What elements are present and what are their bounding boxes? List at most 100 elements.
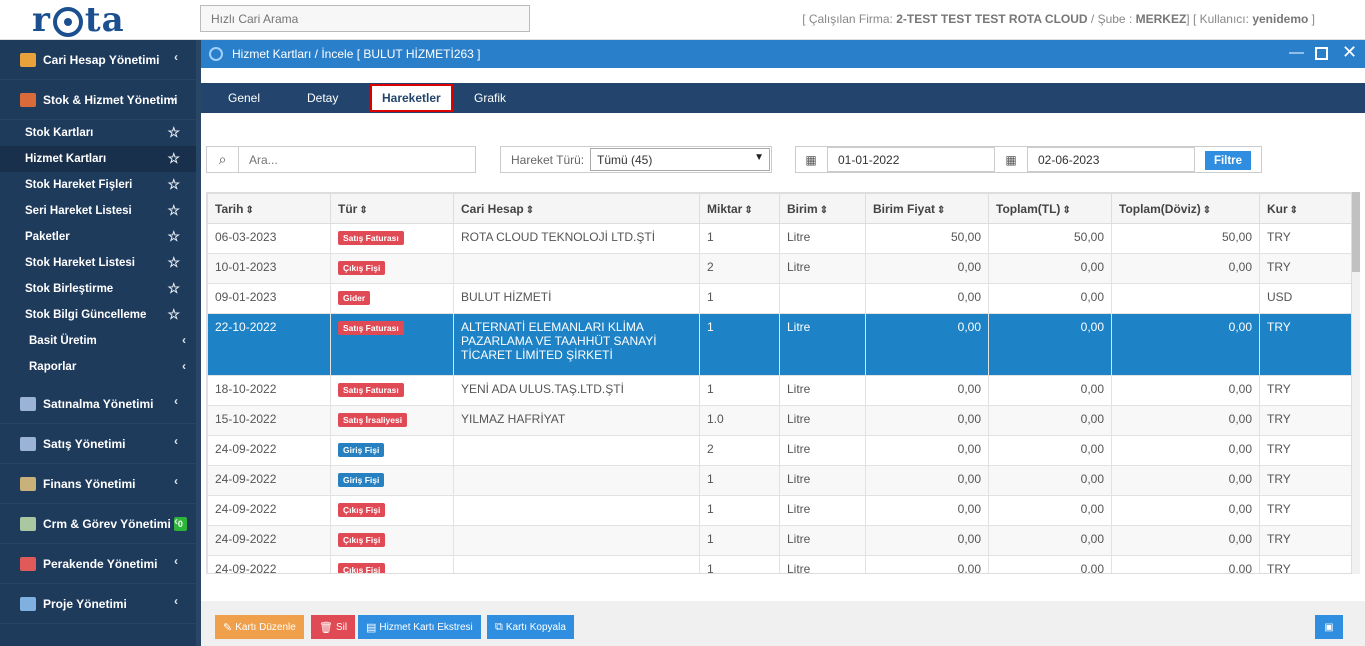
search-input[interactable] (241, 147, 471, 172)
cart-icon (20, 396, 36, 411)
sidebar-item-seri-hareket-listesi[interactable]: Seri Hareket Listesi ☆ (0, 198, 196, 224)
cell-currency: USD (1259, 283, 1351, 314)
sidebar-group-crm[interactable]: Crm & Görev Yönetimi 0 ‹ (0, 504, 196, 544)
sidebar-item-hizmet-kartlari[interactable]: Hizmet Kartları ☆ (0, 146, 196, 172)
cell-total-tl: 0,00 (988, 283, 1112, 314)
cell-currency: TRY (1259, 405, 1351, 436)
quick-account-search-input[interactable] (200, 5, 530, 32)
sidebar-group-satis[interactable]: Satış Yönetimi ‹ (0, 424, 196, 464)
sidebar-item-label: Stok Hareket Listesi (25, 257, 135, 269)
cell-unit: Litre (779, 525, 866, 556)
movement-type-filter: Hareket Türü: Tümü (45) ▼ (500, 146, 772, 173)
star-icon[interactable]: ☆ (167, 306, 180, 323)
edit-card-button[interactable]: ✎ Kartı Düzenle (215, 615, 304, 639)
star-icon[interactable]: ☆ (167, 176, 180, 193)
column-header-toplam-tl[interactable]: Toplam(TL) ⇕ (988, 193, 1112, 224)
box-icon (20, 92, 36, 107)
tab-genel[interactable]: Genel (218, 87, 270, 109)
star-icon[interactable]: ☆ (167, 202, 180, 219)
table-row[interactable]: 18-10-2022 Satış Faturası YENİ ADA ULUS.TA… (207, 375, 1351, 406)
cell-type: Giriş Fişi (330, 465, 454, 496)
sidebar-group-satinalma[interactable]: Satınalma Yönetimi ‹ (0, 384, 196, 424)
sidebar-group-perakende[interactable]: Perakende Yönetimi ‹ (0, 544, 196, 584)
sidebar-item-stok-hareket-fisleri[interactable]: Stok Hareket Fişleri ☆ (0, 172, 196, 198)
tab-detay[interactable]: Detay (297, 87, 348, 109)
table-row[interactable]: 24-09-2022 Çıkış Fişi 1 Litre 0,00 0,00 0,00 TR… (207, 495, 1351, 526)
sidebar-group-label: Proje Yönetimi (43, 596, 127, 611)
sidebar-group-stok-hizmet[interactable]: Stok & Hizmet Yönetimi ⌄ (0, 80, 196, 120)
cell-account: BULUT HİZMETİ (453, 283, 700, 314)
sidebar-group-cari-hesap[interactable]: Cari Hesap Yönetimi ‹ (0, 40, 196, 80)
tab-hareketler[interactable]: Hareketler (370, 84, 453, 112)
star-icon[interactable]: ☆ (167, 150, 180, 167)
cell-date: 09-01-2023 (207, 283, 331, 314)
sidebar-sub-raporlar[interactable]: Raporlar ‹ (0, 354, 196, 380)
table-row[interactable]: 15-10-2022 Satış İrsaliyesi YILMAZ HAFRİYA… (207, 405, 1351, 436)
sidebar-item-stok-hareket-listesi[interactable]: Stok Hareket Listesi ☆ (0, 250, 196, 276)
save-button[interactable]: ▣ (1315, 615, 1343, 639)
movement-type-badge: Giriş Fişi (338, 473, 385, 487)
column-header-toplam-doviz[interactable]: Toplam(Döviz) ⇕ (1111, 193, 1260, 224)
cell-quantity: 1 (699, 313, 780, 376)
star-icon[interactable]: ☆ (167, 124, 180, 141)
calendar-icon: ▦ (805, 152, 817, 167)
table-scrollbar[interactable] (1352, 192, 1360, 574)
column-header-birim[interactable]: Birim ⇕ (779, 193, 866, 224)
star-icon[interactable]: ☆ (167, 280, 180, 297)
maximize-icon[interactable] (1315, 47, 1328, 60)
chart-icon (20, 436, 36, 451)
start-date-value[interactable]: 01-01-2022 (827, 147, 995, 172)
service-statement-button[interactable]: ▤ Hizmet Kartı Ekstresi (358, 615, 481, 639)
cell-unit-price: 0,00 (865, 405, 989, 436)
cell-date: 24-09-2022 (207, 555, 331, 573)
cell-quantity: 2 (699, 253, 780, 284)
sidebar-sub-basit-uretim[interactable]: Basit Üretim ‹ (0, 328, 196, 354)
tab-grafik[interactable]: Grafik (464, 87, 516, 109)
minimize-icon[interactable]: — (1289, 44, 1304, 61)
rota-logo[interactable]: r ta (32, 0, 125, 40)
chevron-left-icon: ‹ (174, 434, 178, 448)
column-header-miktar[interactable]: Miktar ⇕ (699, 193, 780, 224)
end-date-value[interactable]: 02-06-2023 (1027, 147, 1195, 172)
table-row[interactable]: 06-03-2023 Satış Faturası ROTA CLOUD TEKNO… (207, 223, 1351, 254)
service-card-window: Hizmet Kartları / İncele [ BULUT HİZMETİ… (201, 40, 1365, 646)
table-row[interactable]: 24-09-2022 Giriş Fişi 1 Litre 0,00 0,00 0,00 TR… (207, 465, 1351, 496)
column-header-birim-fiyat[interactable]: Birim Fiyat ⇕ (865, 193, 989, 224)
sidebar-item-stok-birlestirme[interactable]: Stok Birleştirme ☆ (0, 276, 196, 302)
sidebar-item-label: Stok Birleştirme (25, 283, 114, 295)
column-header-tarih[interactable]: Tarih ⇕ (207, 193, 331, 224)
cell-type: Çıkış Fişi (330, 253, 454, 284)
table-row[interactable]: 24-09-2022 Giriş Fişi 2 Litre 0,00 0,00 0,00 TR… (207, 435, 1351, 466)
cell-unit-price: 0,00 (865, 375, 989, 406)
delete-button[interactable]: 🗑 Sil (311, 615, 356, 639)
star-icon[interactable]: ☆ (167, 228, 180, 245)
table-row[interactable]: 09-01-2023 Gider BULUT HİZMETİ 1 0,00 0,00 USD (207, 283, 1351, 314)
star-icon[interactable]: ☆ (167, 254, 180, 271)
sidebar-group-label: Stok & Hizmet Yönetimi (43, 92, 178, 107)
company-name: 2-TEST TEST TEST ROTA CLOUD (896, 12, 1088, 26)
cell-account: ROTA CLOUD TEKNOLOJİ LTD.ŞTİ (453, 223, 700, 254)
table-row[interactable]: 22-10-2022 Satış Faturası ALTERNATİ ELEMAN… (207, 313, 1351, 376)
cell-unit-price: 0,00 (865, 313, 989, 376)
table-row[interactable]: 24-09-2022 Çıkış Fişi 1 Litre 0,00 0,00 0,00 TR… (207, 555, 1351, 573)
sidebar-group-finans[interactable]: Finans Yönetimi ‹ (0, 464, 196, 504)
filter-button[interactable]: Filtre (1205, 151, 1251, 170)
cell-total-tl: 0,00 (988, 375, 1112, 406)
table-row[interactable]: 24-09-2022 Çıkış Fişi 1 Litre 0,00 0,00 0,00 TR… (207, 525, 1351, 556)
cell-account (453, 555, 700, 573)
sidebar-item-stok-bilgi-guncelleme[interactable]: Stok Bilgi Güncelleme ☆ (0, 302, 196, 328)
column-header-tur[interactable]: Tür ⇕ (330, 193, 454, 224)
movement-type-select[interactable]: Tümü (45) ▼ (590, 148, 770, 171)
close-icon[interactable]: ✕ (1342, 42, 1357, 63)
column-header-kur[interactable]: Kur ⇕ (1259, 193, 1351, 224)
window-titlebar[interactable]: Hizmet Kartları / İncele [ BULUT HİZMETİ… (201, 40, 1365, 68)
action-bar: ✎ Kartı Düzenle 🗑 Sil ▤ Hizmet Kartı Ekstre… (201, 601, 1365, 646)
sidebar-group-proje[interactable]: Proje Yönetimi ‹ (0, 584, 196, 624)
chevron-left-icon: ‹ (174, 514, 178, 528)
sidebar-item-paketler[interactable]: Paketler ☆ (0, 224, 196, 250)
table-row[interactable]: 10-01-2023 Çıkış Fişi 2 Litre 0,00 0,00 0,00 TR… (207, 253, 1351, 284)
column-header-cari-hesap[interactable]: Cari Hesap ⇕ (453, 193, 700, 224)
scrollbar-thumb[interactable] (1352, 192, 1360, 272)
copy-card-button[interactable]: ⧉ Kartı Kopyala (487, 615, 574, 639)
sidebar-item-stok-kartlari[interactable]: Stok Kartları ☆ (0, 120, 196, 146)
